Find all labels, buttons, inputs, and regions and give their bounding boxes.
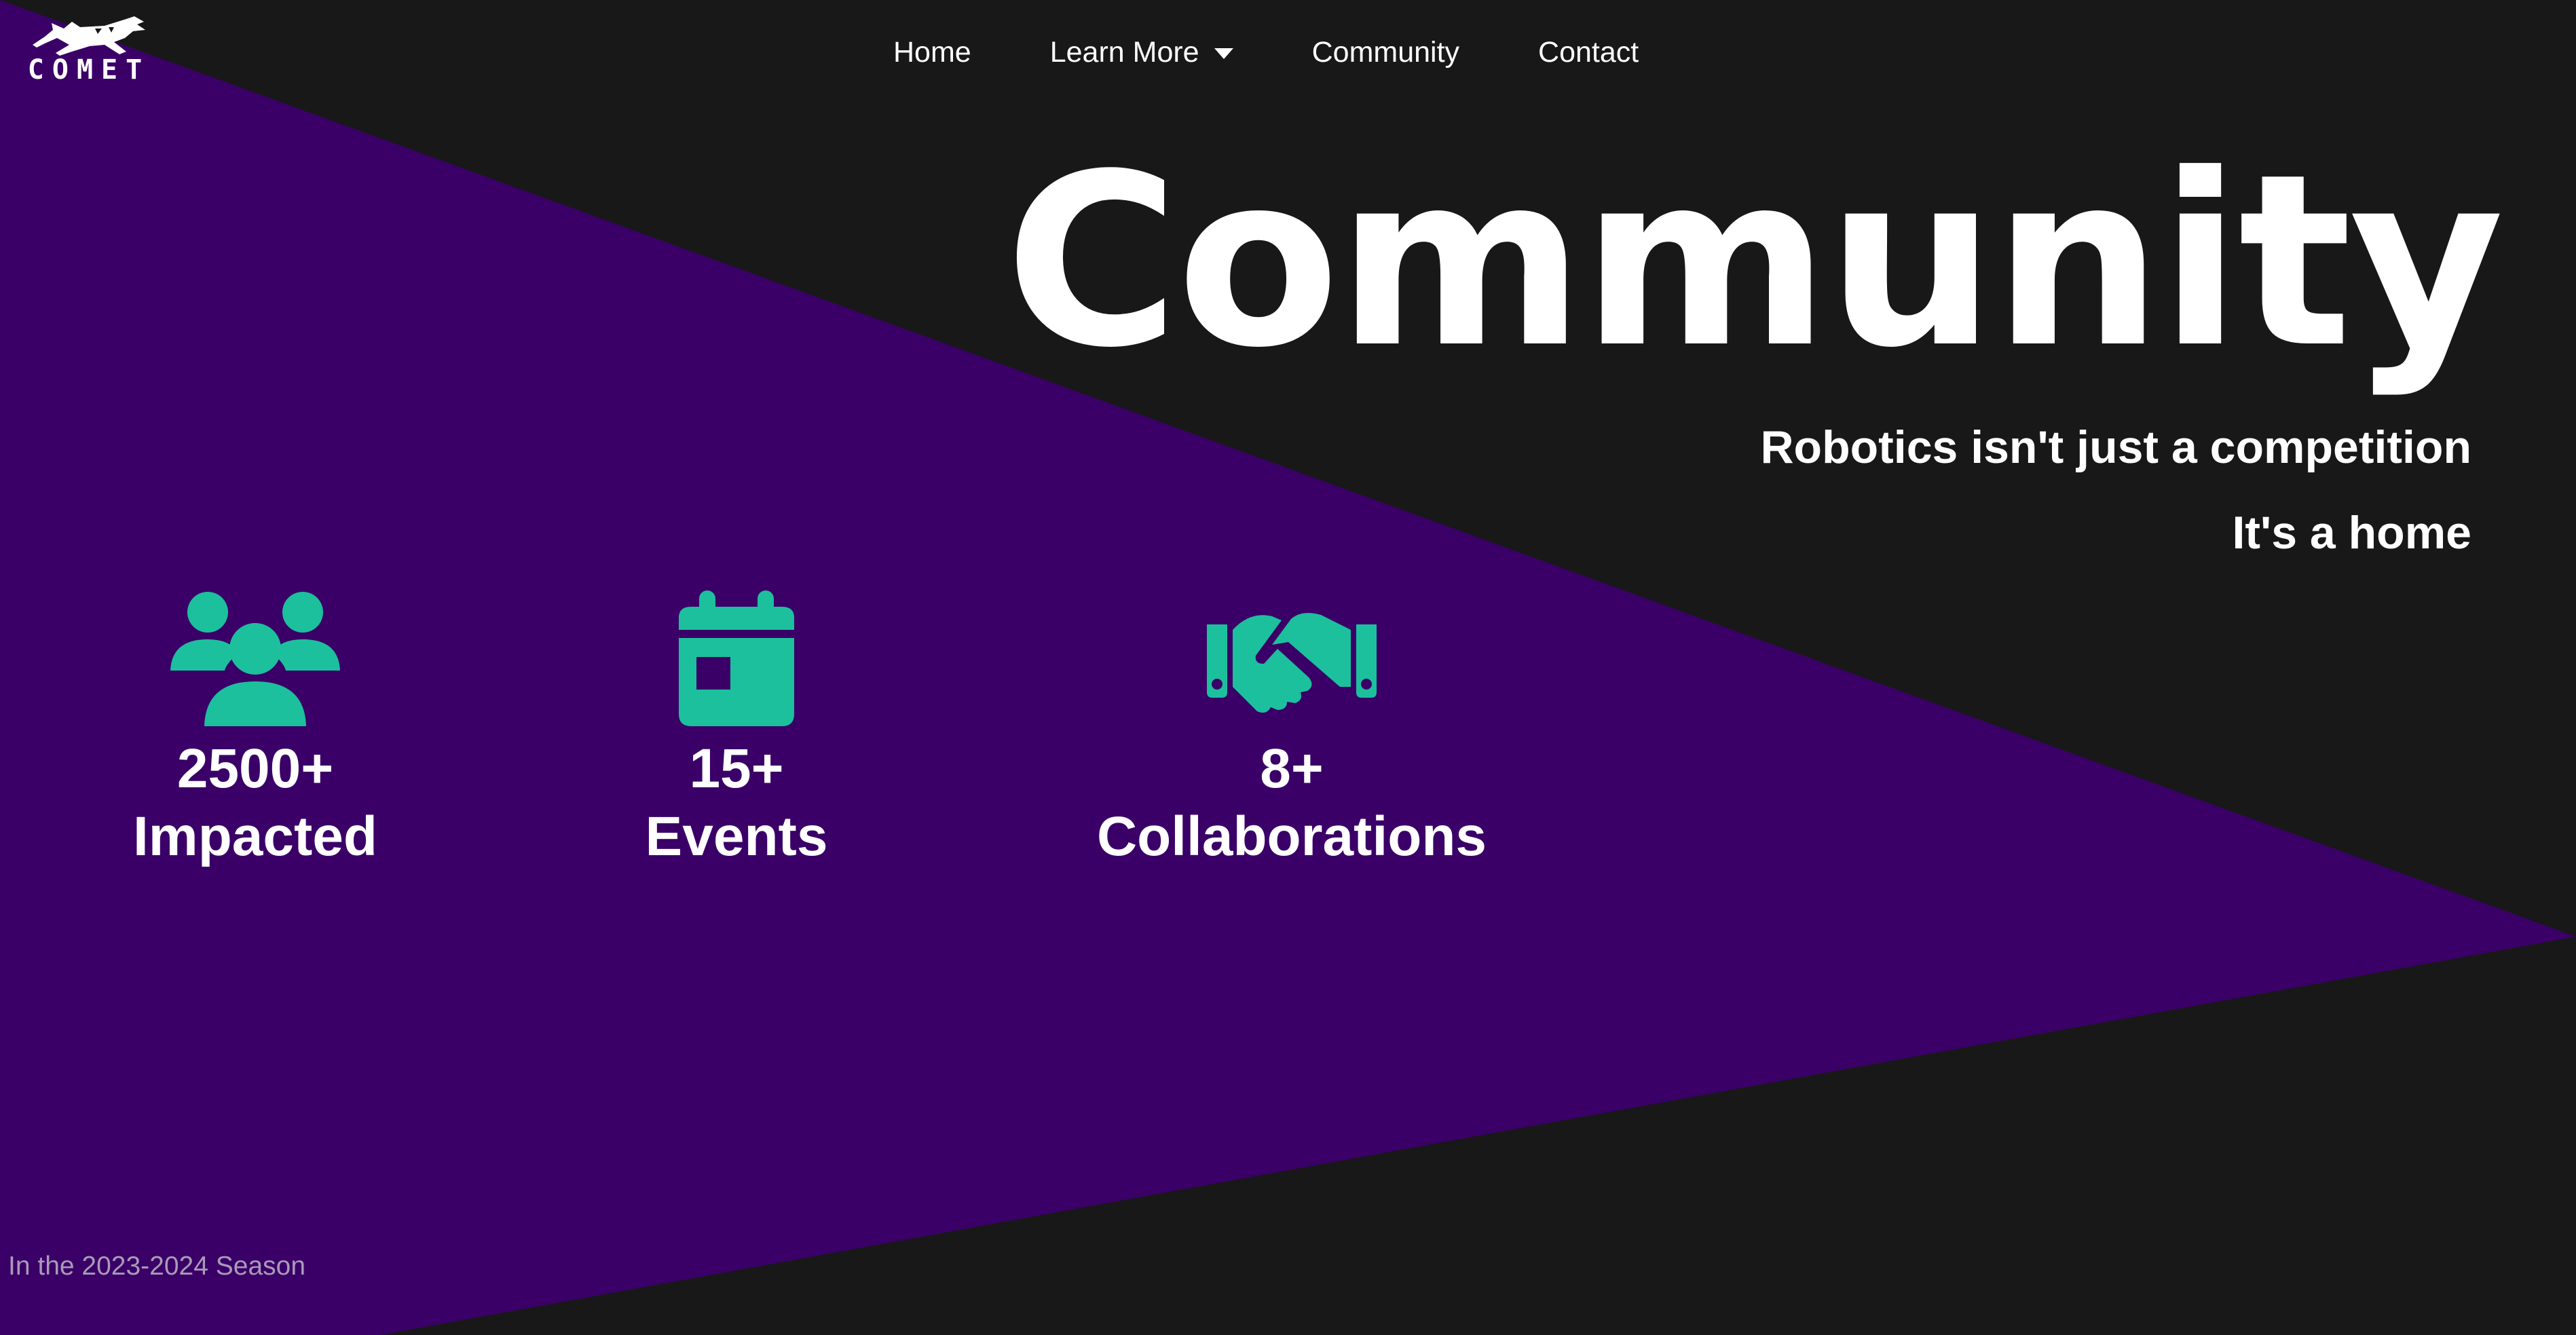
hero-tagline: It's a home xyxy=(2232,507,2471,559)
handshake-icon xyxy=(1207,613,1377,713)
nav-item-label: Learn More xyxy=(1049,35,1199,69)
stat-events: 15+ Events xyxy=(601,590,872,865)
nav-item-learn-more[interactable]: Learn More xyxy=(1050,36,1233,69)
cheetah-icon xyxy=(33,16,145,56)
caret-down-icon xyxy=(1214,48,1233,59)
main-nav: Home Learn More Community Contact xyxy=(893,29,1639,76)
season-footnote: In the 2023-2024 Season xyxy=(8,1252,306,1281)
page-title: Community xyxy=(1005,123,2504,400)
stat-value: 15+ xyxy=(689,738,784,800)
nav-item-contact[interactable]: Contact xyxy=(1538,36,1639,69)
calendar-icon xyxy=(679,590,794,726)
stat-collaborations: 8+ Collaborations xyxy=(1088,590,1495,865)
page: COMET Home Learn More Community Contact … xyxy=(0,0,2576,1335)
nav-item-community[interactable]: Community xyxy=(1312,36,1459,69)
nav-item-label: Community xyxy=(1311,35,1460,69)
stat-value: 8+ xyxy=(1260,738,1324,800)
nav-item-home[interactable]: Home xyxy=(893,36,971,69)
logo-text: COMET xyxy=(27,54,151,86)
stat-label: Events xyxy=(645,806,828,867)
stat-value: 2500+ xyxy=(176,738,334,800)
stat-label: Collaborations xyxy=(1096,806,1487,867)
stat-label: Impacted xyxy=(133,806,377,867)
stat-impacted: 2500+ Impacted xyxy=(119,590,391,865)
users-icon xyxy=(170,592,340,726)
nav-item-label: Home xyxy=(893,35,971,69)
hero-subtitle: Robotics isn't just a competition xyxy=(1760,421,2471,473)
nav-item-label: Contact xyxy=(1538,35,1639,69)
comet-logo[interactable]: COMET xyxy=(24,15,153,87)
